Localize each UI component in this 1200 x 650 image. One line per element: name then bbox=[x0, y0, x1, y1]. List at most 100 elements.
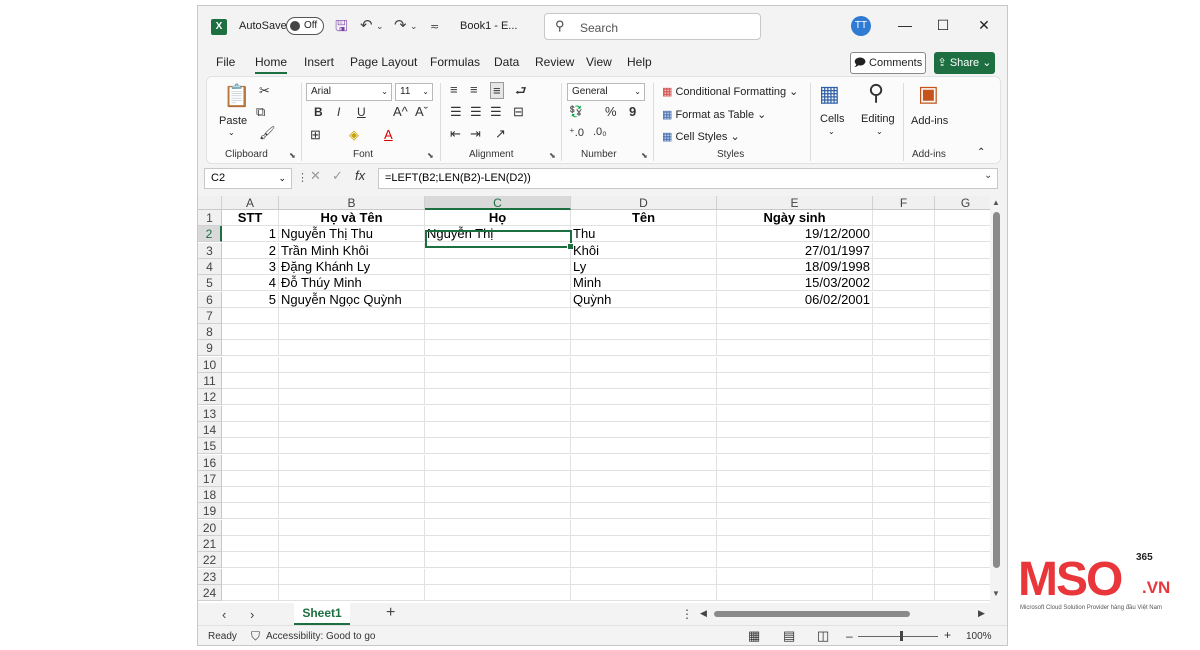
empty-cell[interactable] bbox=[425, 584, 571, 601]
table-cell[interactable] bbox=[425, 291, 571, 308]
page-layout-view-icon[interactable]: ▤ bbox=[783, 628, 795, 644]
empty-cell[interactable] bbox=[222, 307, 279, 324]
empty-cell[interactable] bbox=[873, 568, 935, 585]
empty-cell[interactable] bbox=[935, 210, 990, 226]
format-as-table-button[interactable]: ▦ Format as Table ⌄ bbox=[662, 108, 766, 121]
cancel-icon[interactable]: ✕ bbox=[310, 168, 321, 184]
empty-cell[interactable] bbox=[279, 536, 425, 552]
name-box[interactable]: C2 ⌄ bbox=[204, 168, 292, 189]
row-header[interactable]: 18 bbox=[198, 487, 222, 504]
empty-cell[interactable] bbox=[222, 438, 279, 455]
row-header[interactable]: 4 bbox=[198, 258, 222, 275]
add-sheet-icon[interactable]: + bbox=[386, 604, 395, 622]
alignment-launcher-icon[interactable]: ⬊ bbox=[549, 151, 556, 160]
empty-cell[interactable] bbox=[873, 389, 935, 406]
horizontal-scrollbar[interactable] bbox=[704, 610, 984, 618]
chevron-down-icon[interactable]: ⌄ bbox=[876, 127, 883, 136]
undo-icon[interactable]: ↶ bbox=[360, 16, 373, 34]
accessibility-icon[interactable]: ⛉ bbox=[251, 629, 260, 644]
empty-cell[interactable] bbox=[873, 258, 935, 275]
align-center-icon[interactable]: ☰ bbox=[470, 104, 482, 120]
tab-home[interactable]: Home bbox=[255, 55, 288, 74]
empty-cell[interactable] bbox=[935, 357, 990, 373]
empty-cell[interactable] bbox=[873, 226, 935, 243]
comments-button[interactable]: 🗩 Comments bbox=[850, 52, 926, 74]
empty-cell[interactable] bbox=[873, 405, 935, 422]
table-cell[interactable]: Minh bbox=[571, 275, 717, 292]
table-cell[interactable] bbox=[425, 258, 571, 275]
empty-cell[interactable] bbox=[717, 324, 873, 341]
empty-cell[interactable] bbox=[425, 536, 571, 552]
empty-cell[interactable] bbox=[717, 340, 873, 357]
empty-cell[interactable] bbox=[717, 421, 873, 438]
tab-page-layout[interactable]: Page Layout bbox=[350, 55, 417, 69]
empty-cell[interactable] bbox=[571, 470, 717, 487]
font-size-select[interactable]: 11 ⌄ bbox=[395, 83, 433, 101]
empty-cell[interactable] bbox=[279, 487, 425, 504]
header-cell[interactable]: Ngày sinh bbox=[717, 210, 873, 226]
next-sheet-icon[interactable]: › bbox=[250, 607, 254, 622]
zoom-slider-track[interactable] bbox=[858, 636, 938, 637]
tab-data[interactable]: Data bbox=[494, 55, 519, 69]
empty-cell[interactable] bbox=[873, 470, 935, 487]
empty-cell[interactable] bbox=[571, 373, 717, 389]
row-header[interactable]: 6 bbox=[198, 291, 222, 308]
empty-cell[interactable] bbox=[571, 340, 717, 357]
normal-view-icon[interactable]: ▦ bbox=[748, 628, 760, 644]
vertical-scrollbar[interactable]: ▲ ▼ bbox=[990, 196, 1003, 603]
empty-cell[interactable] bbox=[222, 340, 279, 357]
align-bottom-icon[interactable]: ≡ bbox=[490, 82, 504, 99]
empty-cell[interactable] bbox=[571, 536, 717, 552]
enter-icon[interactable]: ✓ bbox=[332, 168, 343, 184]
empty-cell[interactable] bbox=[935, 487, 990, 504]
align-right-icon[interactable]: ☰ bbox=[490, 104, 502, 120]
scroll-right-icon[interactable]: ▶ bbox=[978, 608, 985, 619]
column-header-b[interactable]: B bbox=[279, 196, 425, 210]
empty-cell[interactable] bbox=[222, 568, 279, 585]
close-icon[interactable]: ✕ bbox=[974, 15, 994, 35]
sheet-tab-sheet1[interactable]: Sheet1 bbox=[294, 603, 350, 625]
empty-cell[interactable] bbox=[222, 503, 279, 520]
empty-cell[interactable] bbox=[222, 356, 279, 373]
save-icon[interactable]: 🖫 bbox=[335, 16, 348, 41]
table-cell[interactable]: 18/09/1998 bbox=[717, 258, 873, 275]
table-cell[interactable] bbox=[425, 275, 571, 292]
empty-cell[interactable] bbox=[935, 406, 990, 422]
empty-cell[interactable] bbox=[873, 210, 935, 226]
paste-label[interactable]: Paste bbox=[219, 115, 247, 127]
empty-cell[interactable] bbox=[873, 242, 935, 259]
column-header-a[interactable]: A bbox=[222, 196, 279, 210]
empty-cell[interactable] bbox=[873, 454, 935, 471]
row-header[interactable]: 12 bbox=[198, 389, 222, 406]
row-header[interactable]: 5 bbox=[198, 275, 222, 292]
undo-dropdown-icon[interactable]: ⌄ bbox=[376, 21, 384, 32]
empty-cell[interactable] bbox=[222, 519, 279, 536]
table-cell[interactable]: Đặng Khánh Ly bbox=[279, 258, 425, 275]
table-cell[interactable]: 19/12/2000 bbox=[717, 226, 873, 243]
search-box[interactable]: ⚲ Search bbox=[544, 13, 761, 40]
tab-help[interactable]: Help bbox=[627, 55, 652, 69]
header-cell[interactable]: Họ và Tên bbox=[279, 210, 425, 226]
empty-cell[interactable] bbox=[571, 503, 717, 520]
font-color-icon[interactable]: A bbox=[384, 127, 393, 142]
empty-cell[interactable] bbox=[935, 438, 990, 455]
decrease-decimal-icon[interactable]: .0₀ bbox=[593, 126, 607, 138]
empty-cell[interactable] bbox=[571, 552, 717, 569]
minimize-icon[interactable]: — bbox=[895, 15, 915, 35]
row-header[interactable]: 2 bbox=[198, 226, 222, 243]
tab-review[interactable]: Review bbox=[535, 55, 574, 69]
prev-sheet-icon[interactable]: ‹ bbox=[222, 607, 226, 622]
empty-cell[interactable] bbox=[279, 503, 425, 520]
empty-cell[interactable] bbox=[279, 340, 425, 357]
empty-cell[interactable] bbox=[279, 454, 425, 471]
empty-cell[interactable] bbox=[425, 454, 571, 471]
empty-cell[interactable] bbox=[571, 584, 717, 601]
empty-cell[interactable] bbox=[717, 568, 873, 585]
format-painter-icon[interactable]: 🖌 bbox=[259, 125, 276, 141]
expand-formula-bar-icon[interactable]: ⌄ bbox=[984, 170, 992, 181]
table-cell[interactable]: Quỳnh bbox=[571, 291, 717, 308]
empty-cell[interactable] bbox=[571, 405, 717, 422]
zoom-in-icon[interactable]: + bbox=[944, 628, 951, 642]
row-header[interactable]: 3 bbox=[198, 242, 222, 259]
empty-cell[interactable] bbox=[425, 307, 571, 324]
